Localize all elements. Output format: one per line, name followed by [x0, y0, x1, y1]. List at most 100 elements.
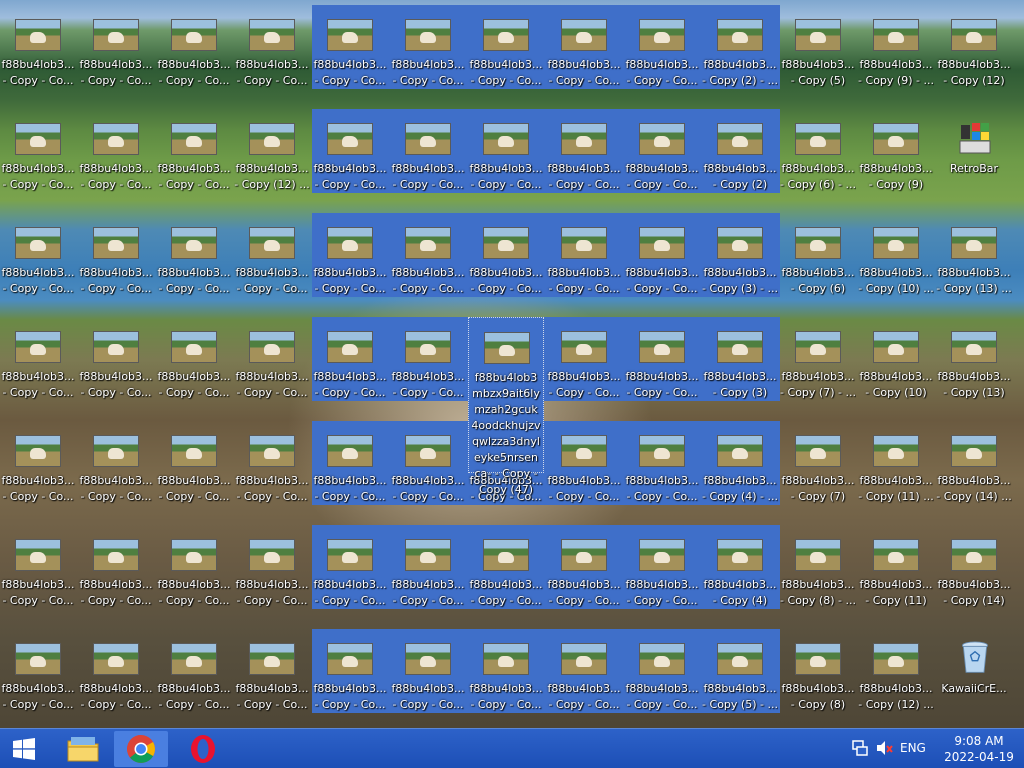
- desktop-icon-image-file[interactable]: f88bu4lob3... - Copy - Co...: [0, 629, 76, 713]
- desktop-icon-image-file[interactable]: f88bu4lob3... - Copy (2): [702, 109, 778, 193]
- desktop-icon-image-file[interactable]: f88bu4lob3... - Copy - Co...: [78, 421, 154, 505]
- desktop-icon-image-file[interactable]: f88bu4lob3... - Copy - Co...: [234, 421, 310, 505]
- desktop-icon-image-file[interactable]: f88bu4lob3... - Copy - Co...: [546, 525, 622, 609]
- desktop-icon-image-file[interactable]: f88bu4lob3... - Copy - Co...: [0, 109, 76, 193]
- desktop-icon-image-file[interactable]: f88bu4lob3... - Copy - Co...: [156, 421, 232, 505]
- desktop-icon-image-file[interactable]: f88bu4lob3... - Copy (4): [702, 525, 778, 609]
- desktop-icon-image-file[interactable]: f88bu4lob3... - Copy (6) - ...: [780, 109, 856, 193]
- desktop-icon-image-file[interactable]: f88bu4lob3... - Copy (9): [858, 109, 934, 193]
- desktop-icon-image-file[interactable]: f88bu4lob3... - Copy - Co...: [390, 421, 466, 505]
- desktop-icon-image-file[interactable]: f88bu4lob3... - Copy - Co...: [78, 109, 154, 193]
- desktop-icon-image-file[interactable]: f88bu4lob3... - Copy (5) - ...: [702, 629, 778, 713]
- desktop-icon-image-file[interactable]: f88bu4lob3... - Copy - Co...: [390, 629, 466, 713]
- desktop-icon-image-file[interactable]: f88bu4lob3... - Copy - Co...: [390, 5, 466, 89]
- language-indicator[interactable]: ENG: [900, 741, 926, 755]
- desktop-icon-image-file[interactable]: f88bu4lob3... - Copy - Co...: [234, 317, 310, 401]
- desktop-icon-image-file[interactable]: f88bu4lob3... - Copy (13) ...: [936, 213, 1012, 297]
- volume-muted-icon[interactable]: [876, 739, 894, 757]
- desktop-icon-image-file[interactable]: f88bu4lob3... - Copy - Co...: [468, 109, 544, 193]
- desktop-icon-image-file[interactable]: f88bu4lob3... - Copy - Co...: [624, 525, 700, 609]
- desktop-icon-image-file[interactable]: f88bu4lob3... - Copy (7): [780, 421, 856, 505]
- desktop-icon-image-file[interactable]: f88bu4lob3... - Copy - Co...: [78, 525, 154, 609]
- desktop-icon-image-file[interactable]: f88bu4lob3... - Copy (11) ...: [858, 421, 934, 505]
- desktop-icon-image-file[interactable]: f88bu4lob3... - Copy - Co...: [312, 5, 388, 89]
- desktop-icon-image-file[interactable]: f88bu4lob3... - Copy - Co...: [390, 109, 466, 193]
- desktop-icon-image-file[interactable]: f88bu4lob3... - Copy - Co...: [312, 317, 388, 401]
- desktop-icon-image-file[interactable]: f88bu4lob3... - Copy (13): [936, 317, 1012, 401]
- desktop-icon-image-file[interactable]: f88bu4lob3... - Copy (6): [780, 213, 856, 297]
- desktop-icon-image-file[interactable]: f88bu4lob3... - Copy - Co...: [468, 213, 544, 297]
- desktop-icon-image-file[interactable]: f88bu4lob3... - Copy - Co...: [624, 421, 700, 505]
- desktop-icon-image-file[interactable]: f88bu4lob3... - Copy - Co...: [312, 421, 388, 505]
- desktop-icon-image-file[interactable]: f88bu4lob3... - Copy - Co...: [546, 109, 622, 193]
- desktop-icon-image-file[interactable]: f88bu4lob3... - Copy - Co...: [312, 109, 388, 193]
- image-thumbnail-icon: [717, 331, 763, 363]
- desktop-icon-image-file[interactable]: f88bu4lob3... - Copy (10): [858, 317, 934, 401]
- opera-button[interactable]: [176, 731, 230, 767]
- desktop-icon-image-file[interactable]: f88bu4lob3... - Copy - Co...: [624, 5, 700, 89]
- desktop-icon-image-file[interactable]: f88bu4lob3... - Copy - Co...: [312, 213, 388, 297]
- desktop-icon-retrobar[interactable]: RetroBar: [936, 109, 1012, 193]
- desktop-icon-image-file[interactable]: f88bu4lob3... - Copy (8) - ...: [780, 525, 856, 609]
- desktop-icon-recycle-bin[interactable]: KawaiiCrE...: [936, 629, 1012, 713]
- desktop-icon-image-file[interactable]: f88bu4lob3... - Copy - Co...: [0, 317, 76, 401]
- desktop-icon-image-file[interactable]: f88bu4lob3... - Copy - Co...: [468, 525, 544, 609]
- desktop-icon-image-file[interactable]: f88bu4lob3... - Copy - Co...: [156, 317, 232, 401]
- desktop-icon-image-file[interactable]: f88bu4lob3... - Copy - Co...: [156, 5, 232, 89]
- desktop-icon-image-file[interactable]: f88bu4lob3... - Copy - Co...: [624, 213, 700, 297]
- desktop-icon-image-file[interactable]: f88bu4lob3... - Copy - Co...: [546, 317, 622, 401]
- desktop-icon-image-file[interactable]: f88bu4lob3... - Copy (11): [858, 525, 934, 609]
- desktop-icon-image-file[interactable]: f88bu4lob3... - Copy - Co...: [546, 213, 622, 297]
- desktop-icon-image-file[interactable]: f88bu4lob3... - Copy - Co...: [546, 421, 622, 505]
- desktop-icon-image-file[interactable]: f88bu4lob3... - Copy - Co...: [624, 109, 700, 193]
- desktop-icon-image-file[interactable]: f88bu4lob3... - Copy - Co...: [156, 213, 232, 297]
- desktop-icon-image-file[interactable]: f88bu4lob3... - Copy - Co...: [312, 629, 388, 713]
- desktop-icon-image-file[interactable]: f88bu4lob3... - Copy - Co...: [312, 525, 388, 609]
- desktop-icon-image-file[interactable]: f88bu4lob3... - Copy - Co...: [156, 109, 232, 193]
- desktop-icon-image-file[interactable]: f88bu4lob3... - Copy (7) - ...: [780, 317, 856, 401]
- desktop-icon-image-file[interactable]: f88bu4lob3... - Copy - Co...: [234, 213, 310, 297]
- desktop-icon-image-file[interactable]: f88bu4lob3... - Copy (14): [936, 525, 1012, 609]
- chrome-button[interactable]: [114, 731, 168, 767]
- file-explorer-button[interactable]: [56, 731, 110, 767]
- desktop-icon-image-file[interactable]: f88bu4lob3... - Copy - Co...: [390, 317, 466, 401]
- desktop-icon-image-file[interactable]: f88bu4lob3... - Copy - Co...: [0, 525, 76, 609]
- desktop-icon-focused[interactable]: f88bu4lob3mbzx9ait6lymzah2gcuk4oodckhujz…: [468, 317, 544, 496]
- desktop-icon-image-file[interactable]: f88bu4lob3... - Copy - Co...: [390, 213, 466, 297]
- desktop-icon-image-file[interactable]: f88bu4lob3... - Copy - Co...: [156, 629, 232, 713]
- desktop-icon-image-file[interactable]: f88bu4lob3... - Copy - Co...: [0, 213, 76, 297]
- desktop-icon-image-file[interactable]: f88bu4lob3... - Copy (12) ...: [858, 629, 934, 713]
- desktop-icon-image-file[interactable]: f88bu4lob3... - Copy (3): [702, 317, 778, 401]
- desktop-icon-image-file[interactable]: f88bu4lob3... - Copy (8): [780, 629, 856, 713]
- network-icon[interactable]: [851, 739, 869, 757]
- desktop-icon-image-file[interactable]: f88bu4lob3... - Copy (14) ...: [936, 421, 1012, 505]
- desktop-icon-image-file[interactable]: f88bu4lob3... - Copy (3) - ...: [702, 213, 778, 297]
- desktop-icon-image-file[interactable]: f88bu4lob3... - Copy - Co...: [546, 5, 622, 89]
- desktop-icon-image-file[interactable]: f88bu4lob3... - Copy - Co...: [78, 213, 154, 297]
- desktop-icon-image-file[interactable]: f88bu4lob3... - Copy - Co...: [0, 421, 76, 505]
- desktop-icon-image-file[interactable]: f88bu4lob3... - Copy - Co...: [78, 629, 154, 713]
- desktop-icon-image-file[interactable]: f88bu4lob3... - Copy - Co...: [624, 629, 700, 713]
- desktop-icon-image-file[interactable]: f88bu4lob3... - Copy (10) ...: [858, 213, 934, 297]
- desktop-icon-image-file[interactable]: f88bu4lob3... - Copy (5): [780, 5, 856, 89]
- desktop-icon-image-file[interactable]: f88bu4lob3... - Copy - Co...: [234, 525, 310, 609]
- desktop-icon-image-file[interactable]: f88bu4lob3... - Copy (12): [936, 5, 1012, 89]
- desktop-icon-image-file[interactable]: f88bu4lob3... - Copy - Co...: [468, 5, 544, 89]
- desktop-icon-image-file[interactable]: f88bu4lob3... - Copy - Co...: [390, 525, 466, 609]
- desktop-icon-image-file[interactable]: f88bu4lob3... - Copy - Co...: [624, 317, 700, 401]
- desktop-icon-image-file[interactable]: f88bu4lob3... - Copy - Co...: [468, 629, 544, 713]
- desktop-icon-image-file[interactable]: f88bu4lob3... - Copy - Co...: [234, 629, 310, 713]
- desktop-icon-image-file[interactable]: f88bu4lob3... - Copy - Co...: [546, 629, 622, 713]
- clock[interactable]: 9:08 AM 2022-04-19: [936, 733, 1022, 765]
- desktop-icon-image-file[interactable]: f88bu4lob3... - Copy (9) - ...: [858, 5, 934, 89]
- desktop[interactable]: f88bu4lob3... - Copy - Co... f88bu4lob3..…: [0, 0, 1024, 728]
- desktop-icon-image-file[interactable]: f88bu4lob3... - Copy - Co...: [78, 5, 154, 89]
- desktop-icon-image-file[interactable]: f88bu4lob3... - Copy (2) - ...: [702, 5, 778, 89]
- desktop-icon-image-file[interactable]: f88bu4lob3... - Copy - Co...: [78, 317, 154, 401]
- desktop-icon-image-file[interactable]: f88bu4lob3... - Copy (12) ...: [234, 109, 310, 193]
- desktop-icon-image-file[interactable]: f88bu4lob3... - Copy (4) - ...: [702, 421, 778, 505]
- desktop-icon-image-file[interactable]: f88bu4lob3... - Copy - Co...: [234, 5, 310, 89]
- desktop-icon-image-file[interactable]: f88bu4lob3... - Copy - Co...: [156, 525, 232, 609]
- start-button[interactable]: [0, 731, 48, 767]
- desktop-icon-image-file[interactable]: f88bu4lob3... - Copy - Co...: [0, 5, 76, 89]
